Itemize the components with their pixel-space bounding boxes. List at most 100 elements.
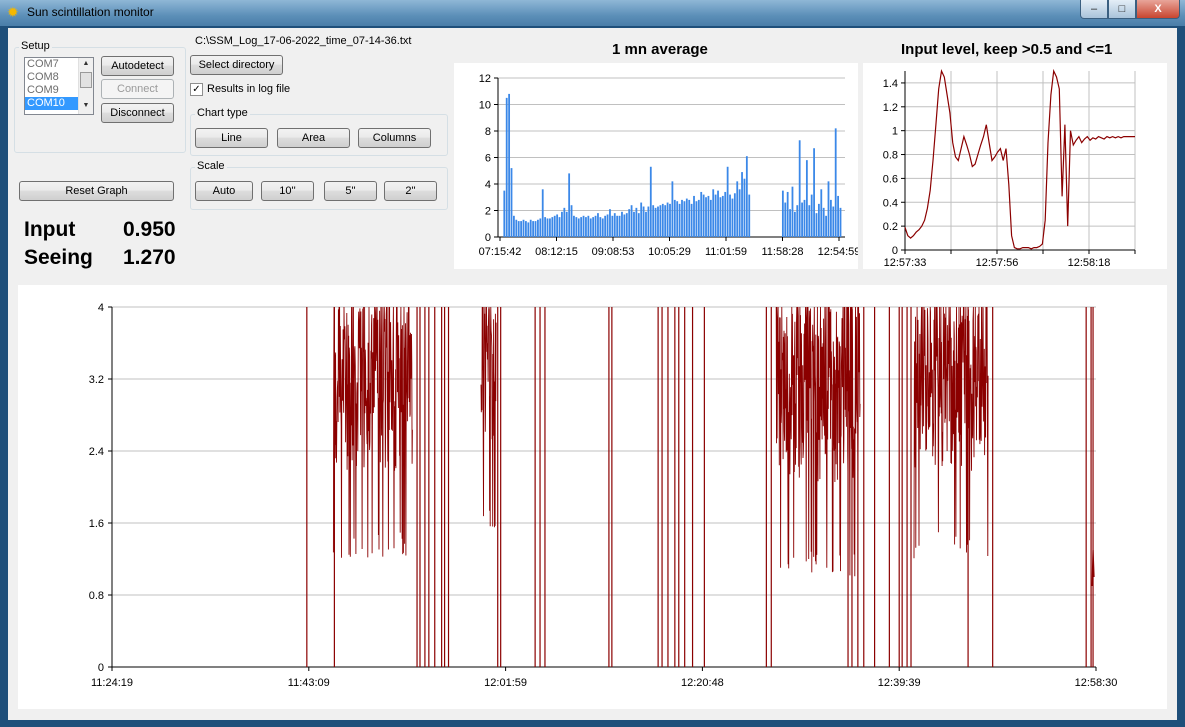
log-file-path: C:\SSM_Log_17-06-2022_time_07-14-36.txt xyxy=(195,35,412,47)
bar xyxy=(599,217,602,237)
bar xyxy=(546,218,549,237)
scale-auto-button[interactable]: Auto xyxy=(195,181,253,201)
bar xyxy=(726,166,729,237)
bar xyxy=(515,219,518,237)
bar xyxy=(565,211,568,237)
bar xyxy=(738,189,741,237)
bar xyxy=(621,211,623,237)
bar xyxy=(630,205,633,237)
series-line xyxy=(904,68,1135,250)
x-tick-label: 11:24:19 xyxy=(91,677,133,689)
bar xyxy=(532,221,535,237)
bar xyxy=(741,172,743,237)
bar xyxy=(625,213,628,237)
scale-2-button[interactable]: 2'' xyxy=(384,181,437,201)
scale-10-button[interactable]: 10'' xyxy=(261,181,314,201)
bar xyxy=(640,202,643,237)
bar xyxy=(697,199,700,237)
disconnect-button[interactable]: Disconnect xyxy=(101,103,174,123)
bar xyxy=(659,205,662,237)
main-window: Setup COM7 COM8 COM9 COM10 ▲ ▼ Autodetec… xyxy=(8,28,1177,720)
bar xyxy=(616,215,619,237)
bar xyxy=(745,156,748,237)
bar xyxy=(669,203,671,237)
bar xyxy=(582,215,585,237)
y-tick-label: 10 xyxy=(479,100,491,112)
bar xyxy=(592,217,595,237)
average-chart-panel: 0 2 4 6 8 10 12 07:15:42 08:12:15 09:08:53 10:05:2… xyxy=(454,63,860,269)
bar xyxy=(597,213,599,237)
bar xyxy=(635,207,638,237)
connect-button[interactable]: Connect xyxy=(101,79,174,99)
x-tick-label: 07:15:42 xyxy=(479,246,522,258)
average-chart-title: 1 mn average xyxy=(612,41,708,58)
bar xyxy=(628,209,631,237)
bar xyxy=(539,218,542,237)
line-button[interactable]: Line xyxy=(195,128,268,148)
seeing-label: Seeing xyxy=(24,246,93,269)
y-tick-label: 0.4 xyxy=(883,197,898,209)
autodetect-button[interactable]: Autodetect xyxy=(101,56,174,76)
bar xyxy=(793,211,796,237)
bar xyxy=(805,160,808,237)
scroll-thumb[interactable] xyxy=(80,72,92,88)
bar xyxy=(817,203,820,237)
input-level-chart-title: Input level, keep >0.5 and <=1 xyxy=(901,41,1113,58)
bar xyxy=(527,222,530,237)
bar xyxy=(709,199,712,237)
bar xyxy=(681,199,683,237)
bar xyxy=(541,189,544,237)
bar xyxy=(803,199,806,237)
bar xyxy=(685,198,688,237)
scroll-down-icon[interactable]: ▼ xyxy=(79,100,93,112)
bar xyxy=(575,217,578,237)
seeing-chart: 0 0.8 1.6 2.4 3.2 4 11:24:19 11:43:09 12:01:59 12… xyxy=(89,302,1118,689)
bar xyxy=(553,215,556,237)
y-tick-label: 1.2 xyxy=(883,102,898,114)
bar xyxy=(618,215,621,237)
bar xyxy=(825,215,827,237)
bar xyxy=(666,202,669,237)
bar xyxy=(837,195,839,237)
bar xyxy=(748,194,751,237)
minimize-button[interactable]: – xyxy=(1080,0,1108,19)
results-in-log-checkbox[interactable]: ✓ xyxy=(190,83,203,96)
bar xyxy=(577,218,580,237)
reset-graph-button[interactable]: Reset Graph xyxy=(19,181,174,201)
bar xyxy=(587,215,590,237)
y-tick-label: 6 xyxy=(485,153,491,165)
bar xyxy=(606,214,609,237)
bar xyxy=(513,215,515,237)
bar xyxy=(798,140,801,237)
select-directory-button[interactable]: Select directory xyxy=(190,55,283,75)
area-button[interactable]: Area xyxy=(277,128,350,148)
list-scrollbar[interactable]: ▲ ▼ xyxy=(78,58,93,114)
com-port-list[interactable]: COM7 COM8 COM9 COM10 ▲ ▼ xyxy=(24,57,94,115)
bar xyxy=(544,217,547,237)
sun-icon: ✹ xyxy=(7,4,19,20)
bar xyxy=(585,217,587,237)
bar xyxy=(556,214,559,237)
bar xyxy=(652,205,655,237)
columns-button[interactable]: Columns xyxy=(358,128,431,148)
y-tick-label: 1 xyxy=(892,126,898,138)
x-tick-label: 12:39:39 xyxy=(878,677,921,689)
bar xyxy=(549,218,551,237)
bar xyxy=(736,181,739,237)
y-tick-label: 0 xyxy=(892,245,898,257)
maximize-button[interactable]: □ xyxy=(1108,0,1136,19)
scale-5-button[interactable]: 5'' xyxy=(324,181,377,201)
bar xyxy=(508,93,511,238)
scale-label: Scale xyxy=(195,160,227,172)
close-button[interactable]: X xyxy=(1136,0,1180,19)
x-tick-label: 12:20:48 xyxy=(681,677,724,689)
scroll-up-icon[interactable]: ▲ xyxy=(79,58,93,70)
y-tick-label: 0.8 xyxy=(89,590,104,602)
bar xyxy=(714,194,717,237)
y-tick-label: 0 xyxy=(98,662,104,674)
x-tick-label: 12:57:56 xyxy=(976,257,1019,269)
bar xyxy=(517,221,520,237)
bar xyxy=(649,166,652,237)
x-tick-label: 10:05:29 xyxy=(648,246,691,258)
y-tick-label: 0.2 xyxy=(883,221,898,233)
